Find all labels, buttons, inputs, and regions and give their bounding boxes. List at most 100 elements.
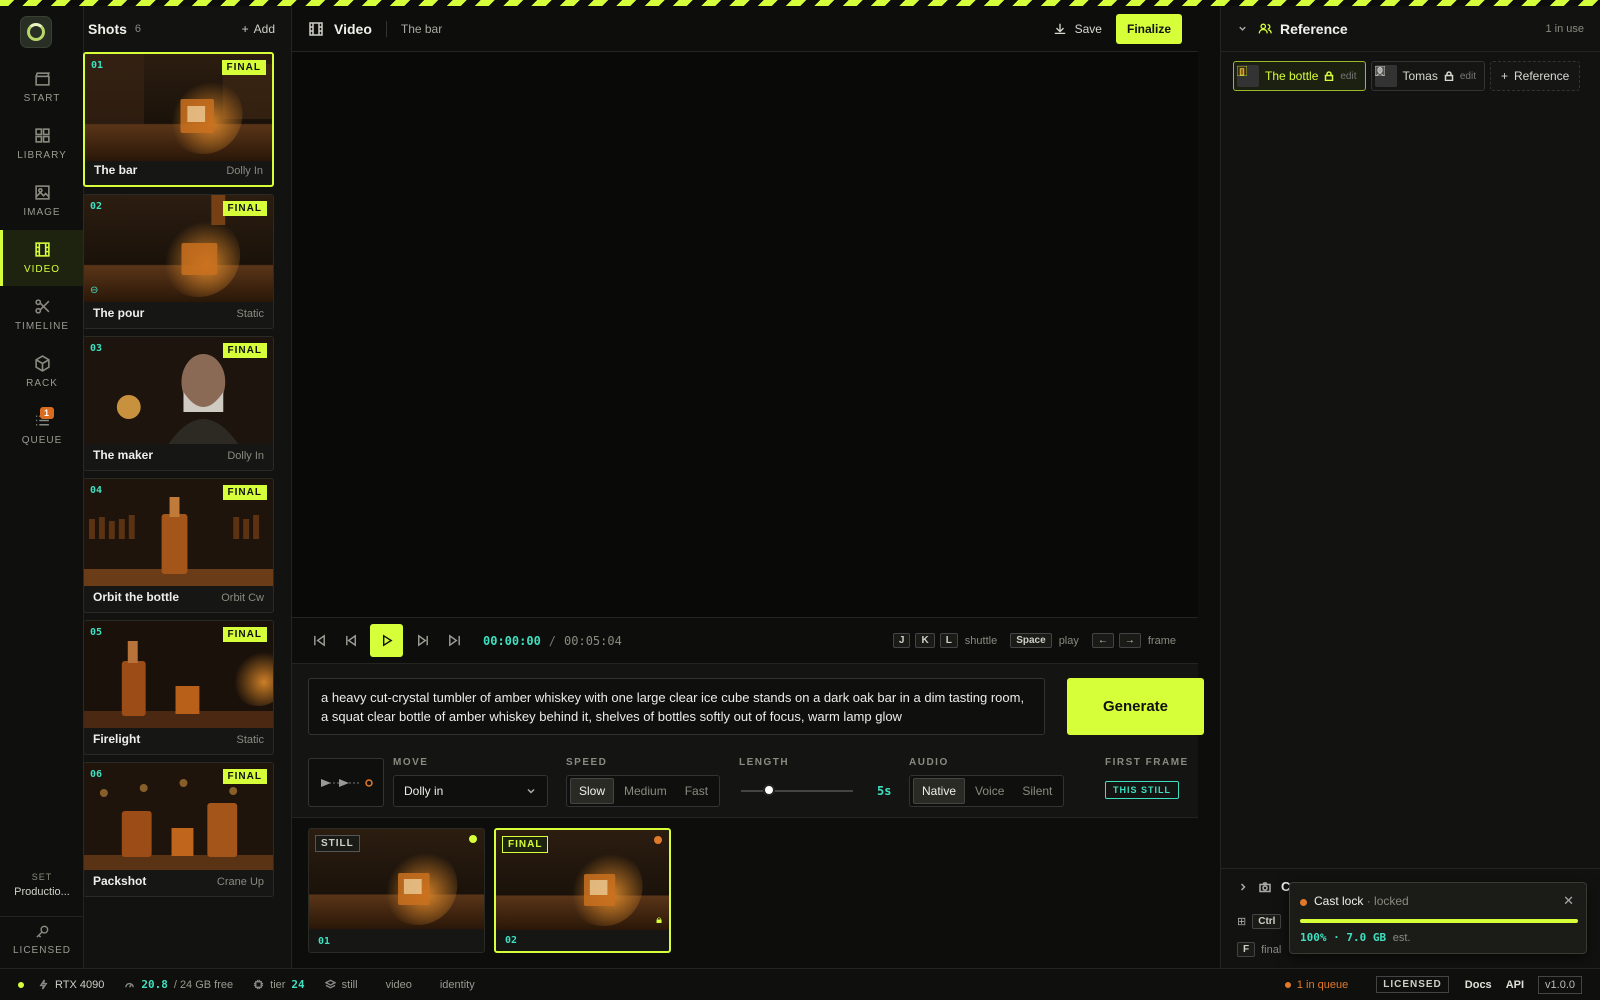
film-icon — [309, 21, 323, 36]
speed-medium[interactable]: Medium — [616, 779, 675, 803]
shot-card[interactable]: 06 FINAL Packshot Crane Up — [83, 762, 274, 897]
step-back-button[interactable] — [338, 628, 364, 654]
plus-icon: + — [241, 22, 249, 36]
skip-end-icon — [448, 634, 460, 647]
shuttle-label: shuttle — [964, 634, 998, 647]
nav-image-label: IMAGE — [23, 207, 61, 218]
api-link[interactable]: API — [1506, 979, 1524, 991]
docs-link[interactable]: Docs — [1465, 979, 1492, 991]
shot-card[interactable]: 04 FINAL Orbit the bottle Orbit Cw — [83, 478, 274, 613]
audio-native[interactable]: Native — [913, 778, 966, 804]
shot-card[interactable]: 03 FINAL The maker Dolly In — [83, 336, 274, 471]
gpu-name: RTX 4090 — [55, 978, 105, 991]
nav-licensed[interactable]: LICENSED — [0, 924, 84, 956]
skip-start-button[interactable] — [306, 628, 332, 654]
nav-rack-label: RACK — [26, 378, 58, 389]
reference-edit-link[interactable]: edit — [1340, 71, 1356, 82]
lock-icon — [1325, 71, 1334, 81]
reference-avatar — [1374, 65, 1397, 87]
step-forward-button[interactable] — [409, 628, 435, 654]
nav-image[interactable]: IMAGE — [0, 173, 84, 229]
tier-label: tier — [270, 978, 286, 991]
toast-est: est. — [1392, 932, 1411, 944]
mode-identity[interactable]: identity — [440, 979, 475, 991]
key-k: K — [915, 633, 935, 648]
nav-start[interactable]: START — [0, 59, 84, 115]
shot-card[interactable]: 05 FINAL Firelight Static — [83, 620, 274, 755]
reference-edit-link[interactable]: edit — [1460, 71, 1476, 82]
key-j: J — [892, 633, 911, 648]
shots-count: 6 — [134, 23, 142, 35]
app-logo[interactable] — [20, 16, 52, 48]
speed-slow[interactable]: Slow — [570, 778, 615, 804]
add-shot-button[interactable]: + Add — [242, 22, 285, 36]
nav-queue[interactable]: 1 QUEUE — [0, 401, 84, 457]
toast-title-text: Cast lock — [1314, 894, 1364, 908]
page-title: Video — [334, 20, 372, 37]
mode-video[interactable]: video — [386, 979, 412, 991]
speed-fast[interactable]: Fast — [677, 779, 716, 803]
nav-library[interactable]: LIBRARY — [0, 116, 84, 172]
tier-value: 24 — [291, 978, 305, 991]
step-forward-icon — [417, 634, 428, 647]
move-select[interactable]: Dolly in — [393, 775, 548, 807]
finalize-button[interactable]: Finalize — [1115, 13, 1182, 44]
chip-icon — [254, 979, 264, 990]
final-badge: FINAL — [221, 60, 266, 75]
reference-chip[interactable]: Tomas edit — [1370, 61, 1485, 91]
video-viewer[interactable] — [292, 52, 1198, 617]
play-button[interactable] — [370, 624, 403, 657]
audio-silent[interactable]: Silent — [1014, 779, 1060, 803]
close-icon[interactable]: ✕ — [1563, 893, 1574, 909]
shot-number: 01 — [91, 60, 104, 71]
mode-still[interactable]: still — [342, 979, 358, 991]
prompt-input[interactable]: a heavy cut-crystal tumbler of amber whi… — [308, 678, 1045, 735]
length-slider-handle[interactable] — [763, 784, 775, 796]
grid-icon: ⊞ — [1237, 916, 1247, 928]
status-bar: RTX 4090 20.8 / 24 GB free tier 24 still… — [0, 968, 1600, 1000]
reference-avatar — [1237, 65, 1259, 87]
vram-free: 20.8 — [141, 978, 168, 991]
toast-status-dot — [1300, 899, 1307, 906]
transport-bar: 00:00:00 / 00:05:04 J K L shuttle Space pl… — [292, 617, 1198, 663]
shots-header: Shots 6 + Add — [84, 6, 291, 52]
queue-status[interactable]: 1 in queue — [1285, 979, 1348, 991]
reference-header[interactable]: Reference 1 in use — [1221, 6, 1600, 52]
generate-button[interactable]: Generate — [1067, 678, 1204, 735]
play-icon — [382, 634, 393, 647]
nav-start-label: START — [23, 93, 61, 104]
shot-card[interactable]: 02 FINAL ⊖ The pour Static — [83, 194, 274, 329]
nav-video[interactable]: VIDEO — [0, 230, 84, 286]
key-right: → — [1118, 633, 1141, 648]
final-hint-label: final — [1261, 943, 1282, 956]
save-button[interactable]: Save — [1053, 22, 1102, 36]
nav-timeline[interactable]: TIMELINE — [0, 287, 84, 343]
nav-library-label: LIBRARY — [17, 150, 67, 161]
length-slider-track[interactable] — [741, 790, 853, 792]
first-frame-button[interactable]: THIS STILL — [1105, 781, 1179, 799]
reference-chip[interactable]: The bottle edit — [1233, 61, 1366, 91]
nav-licensed-label: LICENSED — [12, 945, 71, 956]
set-value[interactable]: Productio... — [0, 886, 84, 898]
reference-chip-label: The bottle — [1265, 69, 1319, 83]
move-value: Dolly in — [404, 784, 444, 798]
takes-strip: STILL 01 FINAL 🔒︎ 02 — [292, 817, 1198, 968]
shot-number: 02 — [90, 201, 103, 212]
audio-voice[interactable]: Voice — [967, 779, 1012, 803]
take-card[interactable]: STILL 01 — [308, 828, 485, 953]
camera-icon — [1259, 881, 1271, 892]
audio-toggle: Native Voice Silent — [909, 775, 1065, 807]
reference-title: Reference — [1280, 20, 1348, 37]
final-badge: FINAL — [222, 343, 267, 358]
final-badge: FINAL — [222, 769, 267, 784]
shot-name: The bar — [94, 163, 138, 177]
key-ctrl: Ctrl — [1252, 914, 1282, 929]
nav-rack[interactable]: RACK — [0, 344, 84, 400]
stack-icon — [324, 979, 336, 989]
step-back-icon — [345, 634, 356, 647]
skip-end-button[interactable] — [441, 628, 467, 654]
scissors-icon — [34, 299, 49, 314]
take-card[interactable]: FINAL 🔒︎ 02 — [494, 828, 671, 953]
shot-card[interactable]: 01 FINAL The bar Dolly In — [83, 52, 274, 187]
add-reference-button[interactable]: + Reference — [1489, 61, 1581, 91]
